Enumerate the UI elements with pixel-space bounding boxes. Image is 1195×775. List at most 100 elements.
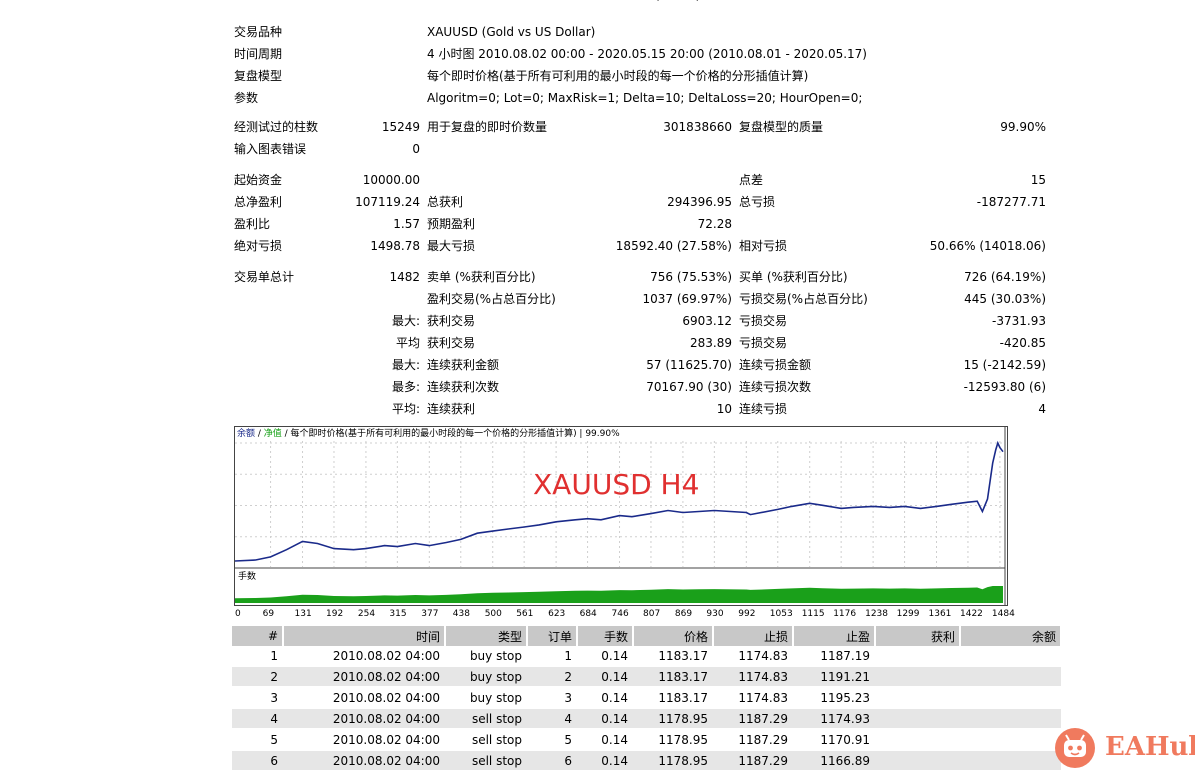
table-cell: 1187.29 bbox=[713, 708, 793, 730]
profit-trades-value: 1037 (69.97%) bbox=[642, 292, 732, 306]
x-tick-label: 1238 bbox=[865, 609, 888, 619]
caption-sep: / bbox=[255, 429, 264, 439]
table-cell: 1174.83 bbox=[713, 646, 793, 667]
x-tick-label: 192 bbox=[326, 609, 343, 619]
x-tick-label: 0 bbox=[235, 609, 241, 619]
caption-rest: / 每个即时价格(基于所有可利用的最小时段的每一个价格的分形插值计算) | 99… bbox=[281, 429, 620, 439]
table-cell bbox=[960, 750, 1061, 772]
bars-value: 15249 bbox=[381, 120, 420, 134]
table-cell: 1187.19 bbox=[793, 646, 875, 667]
bars-label: 经测试过的柱数 bbox=[234, 120, 319, 134]
header-tail: (………) bbox=[655, 0, 700, 2]
maximal-wins-label: 连续获利次数 bbox=[427, 380, 500, 394]
table-cell: 0.14 bbox=[577, 750, 633, 772]
table-cell: 1178.95 bbox=[633, 729, 713, 751]
table-cell: 1195.23 bbox=[793, 687, 875, 709]
table-cell: 0.14 bbox=[577, 646, 633, 667]
chart-caption: 余额 / 净值 / 每个即时价格(基于所有可利用的最小时段的每一个价格的分形插值… bbox=[237, 427, 620, 441]
gross-loss-label: 总亏损 bbox=[739, 195, 776, 209]
gross-profit-label: 总获利 bbox=[427, 195, 464, 209]
short-positions-label: 卖单 (%获利百分比) bbox=[427, 270, 536, 284]
x-tick-label: 1299 bbox=[897, 609, 920, 619]
avg-consecutive-losses-value: 4 bbox=[1038, 402, 1046, 416]
symbol-label: 交易品种 bbox=[234, 25, 283, 39]
x-tick-label: 1422 bbox=[960, 609, 983, 619]
params-label: 参数 bbox=[234, 91, 259, 105]
params-value: Algoritm=0; Lot=0; MaxRisk=1; Delta=10; … bbox=[427, 91, 863, 105]
col-type: 类型 bbox=[445, 626, 528, 646]
table-cell: 1 bbox=[527, 646, 577, 667]
avg-consecutive-wins-value: 10 bbox=[716, 402, 732, 416]
table-cell: 1187.29 bbox=[713, 750, 793, 772]
net-profit-label: 总净盈利 bbox=[234, 195, 283, 209]
eahub-logo: EAHub bbox=[1055, 728, 1195, 772]
table-cell: sell stop bbox=[445, 708, 527, 730]
table-cell: 3 bbox=[527, 687, 577, 709]
largest-profit-label: 获利交易 bbox=[427, 314, 476, 328]
table-cell: 2010.08.02 04:00 bbox=[283, 666, 445, 688]
table-cell: buy stop bbox=[445, 687, 527, 709]
quality-value: 99.90% bbox=[1000, 120, 1046, 134]
table-cell: 0.14 bbox=[577, 708, 633, 730]
x-tick-label: 992 bbox=[738, 609, 755, 619]
period-label: 时间周期 bbox=[234, 47, 283, 61]
table-row: 3 2010.08.02 04:00 buy stop 3 0.14 1183.17 117… bbox=[232, 687, 1061, 709]
col-price: 价格 bbox=[633, 626, 714, 646]
table-cell bbox=[960, 729, 1061, 751]
logo-text: EAHub bbox=[1105, 732, 1195, 762]
gross-profit-value: 294396.95 bbox=[667, 195, 732, 209]
x-tick-label: 438 bbox=[453, 609, 470, 619]
table-cell: 2010.08.02 04:00 bbox=[283, 708, 445, 730]
deposit-value: 10000.00 bbox=[362, 173, 420, 187]
table-cell: 2010.08.02 04:00 bbox=[283, 687, 445, 709]
abs-drawdown-value: 1498.78 bbox=[370, 239, 420, 253]
table-cell: 1183.17 bbox=[633, 646, 713, 667]
col-lots: 手数 bbox=[577, 626, 634, 646]
table-cell: 1178.95 bbox=[633, 708, 713, 730]
maximal-losses-label: 连续亏损次数 bbox=[739, 380, 812, 394]
x-axis-labels: 0 69 131 192 254 315 377 438 500 561 623 684 746 807 8… bbox=[235, 609, 1015, 619]
table-cell bbox=[875, 750, 960, 772]
table-cell: 0.14 bbox=[577, 687, 633, 709]
loss-trades-label: 亏损交易(%占总百分比) bbox=[739, 292, 868, 306]
max-drawdown-value: 18592.40 (27.58%) bbox=[615, 239, 732, 253]
abs-drawdown-label: 绝对亏损 bbox=[234, 239, 283, 253]
balance-chart: 1244179412263827335333238手数 bbox=[234, 426, 1008, 606]
x-tick-label: 69 bbox=[263, 609, 275, 619]
x-tick-label: 869 bbox=[675, 609, 692, 619]
balance-line bbox=[235, 440, 1004, 562]
table-cell bbox=[960, 708, 1061, 730]
x-tick-label: 1361 bbox=[929, 609, 952, 619]
table-cell: 1174.93 bbox=[793, 708, 875, 730]
table-cell: 1178.95 bbox=[633, 750, 713, 772]
x-tick-label: 1484 bbox=[992, 609, 1015, 619]
max-consecutive-prefix: 最大: bbox=[391, 358, 420, 372]
table-cell: 1174.83 bbox=[713, 687, 793, 709]
avg-consecutive-prefix: 平均: bbox=[391, 402, 420, 416]
deposit-label: 起始资金 bbox=[234, 173, 283, 187]
largest-loss-value: -3731.93 bbox=[992, 314, 1046, 328]
col-balance: 余额 bbox=[960, 626, 1062, 646]
table-cell: 2 bbox=[232, 666, 283, 688]
maximal-prefix: 最多: bbox=[391, 380, 420, 394]
x-tick-label: 254 bbox=[358, 609, 375, 619]
max-consecutive-losses-label: 连续亏损金额 bbox=[739, 358, 812, 372]
volume-area bbox=[235, 586, 1003, 603]
table-cell: 1174.83 bbox=[713, 666, 793, 688]
table-cell bbox=[875, 646, 960, 667]
short-positions-value: 756 (75.53%) bbox=[650, 270, 732, 284]
average-loss-label: 亏损交易 bbox=[739, 336, 788, 350]
largest-loss-label: 亏损交易 bbox=[739, 314, 788, 328]
orders-header-row: # 时间 类型 订单 手数 价格 止损 止盈 获利 余额 bbox=[232, 626, 1062, 646]
table-cell bbox=[960, 646, 1061, 667]
profit-trades-label: 盈利交易(%占总百分比) bbox=[427, 292, 556, 306]
col-profit: 获利 bbox=[875, 626, 961, 646]
col-tp: 止盈 bbox=[793, 626, 876, 646]
average-loss-value: -420.85 bbox=[999, 336, 1046, 350]
model-value: 每个即时价格(基于所有可利用的最小时段的每一个价格的分形插值计算) bbox=[427, 69, 809, 83]
table-cell: 3 bbox=[232, 687, 283, 709]
table-cell: buy stop bbox=[445, 646, 527, 667]
x-tick-label: 684 bbox=[580, 609, 597, 619]
table-cell: buy stop bbox=[445, 666, 527, 688]
model-label: 复盘模型 bbox=[234, 69, 283, 83]
